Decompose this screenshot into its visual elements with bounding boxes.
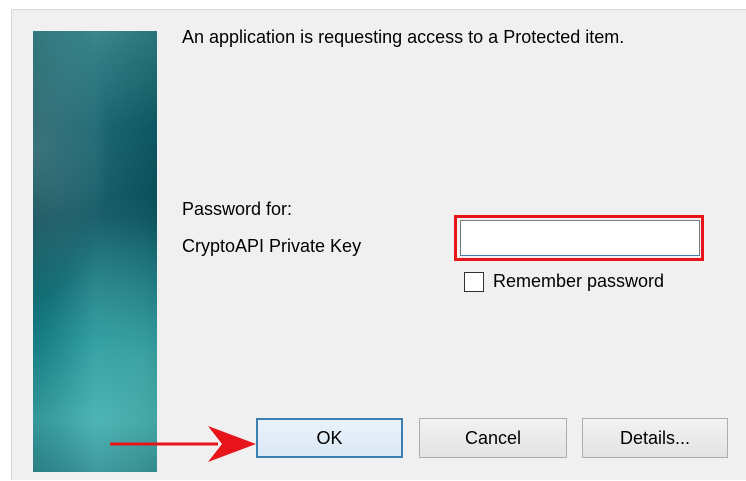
remember-password-checkbox[interactable] bbox=[464, 271, 484, 292]
side-banner bbox=[33, 31, 157, 472]
access-request-message: An application is requesting access to a… bbox=[182, 27, 625, 47]
password-input[interactable] bbox=[460, 220, 700, 256]
arrow-right-icon bbox=[110, 426, 256, 462]
ok-button[interactable]: OK bbox=[256, 418, 403, 458]
details-button[interactable]: Details... bbox=[582, 418, 728, 458]
cancel-button[interactable]: Cancel bbox=[419, 418, 567, 458]
remember-password-control[interactable]: Remember password bbox=[464, 271, 664, 292]
item-name-label: CryptoAPI Private Key bbox=[182, 236, 362, 256]
password-for-label: Password for: bbox=[182, 199, 293, 219]
remember-password-label: Remember password bbox=[493, 271, 665, 291]
